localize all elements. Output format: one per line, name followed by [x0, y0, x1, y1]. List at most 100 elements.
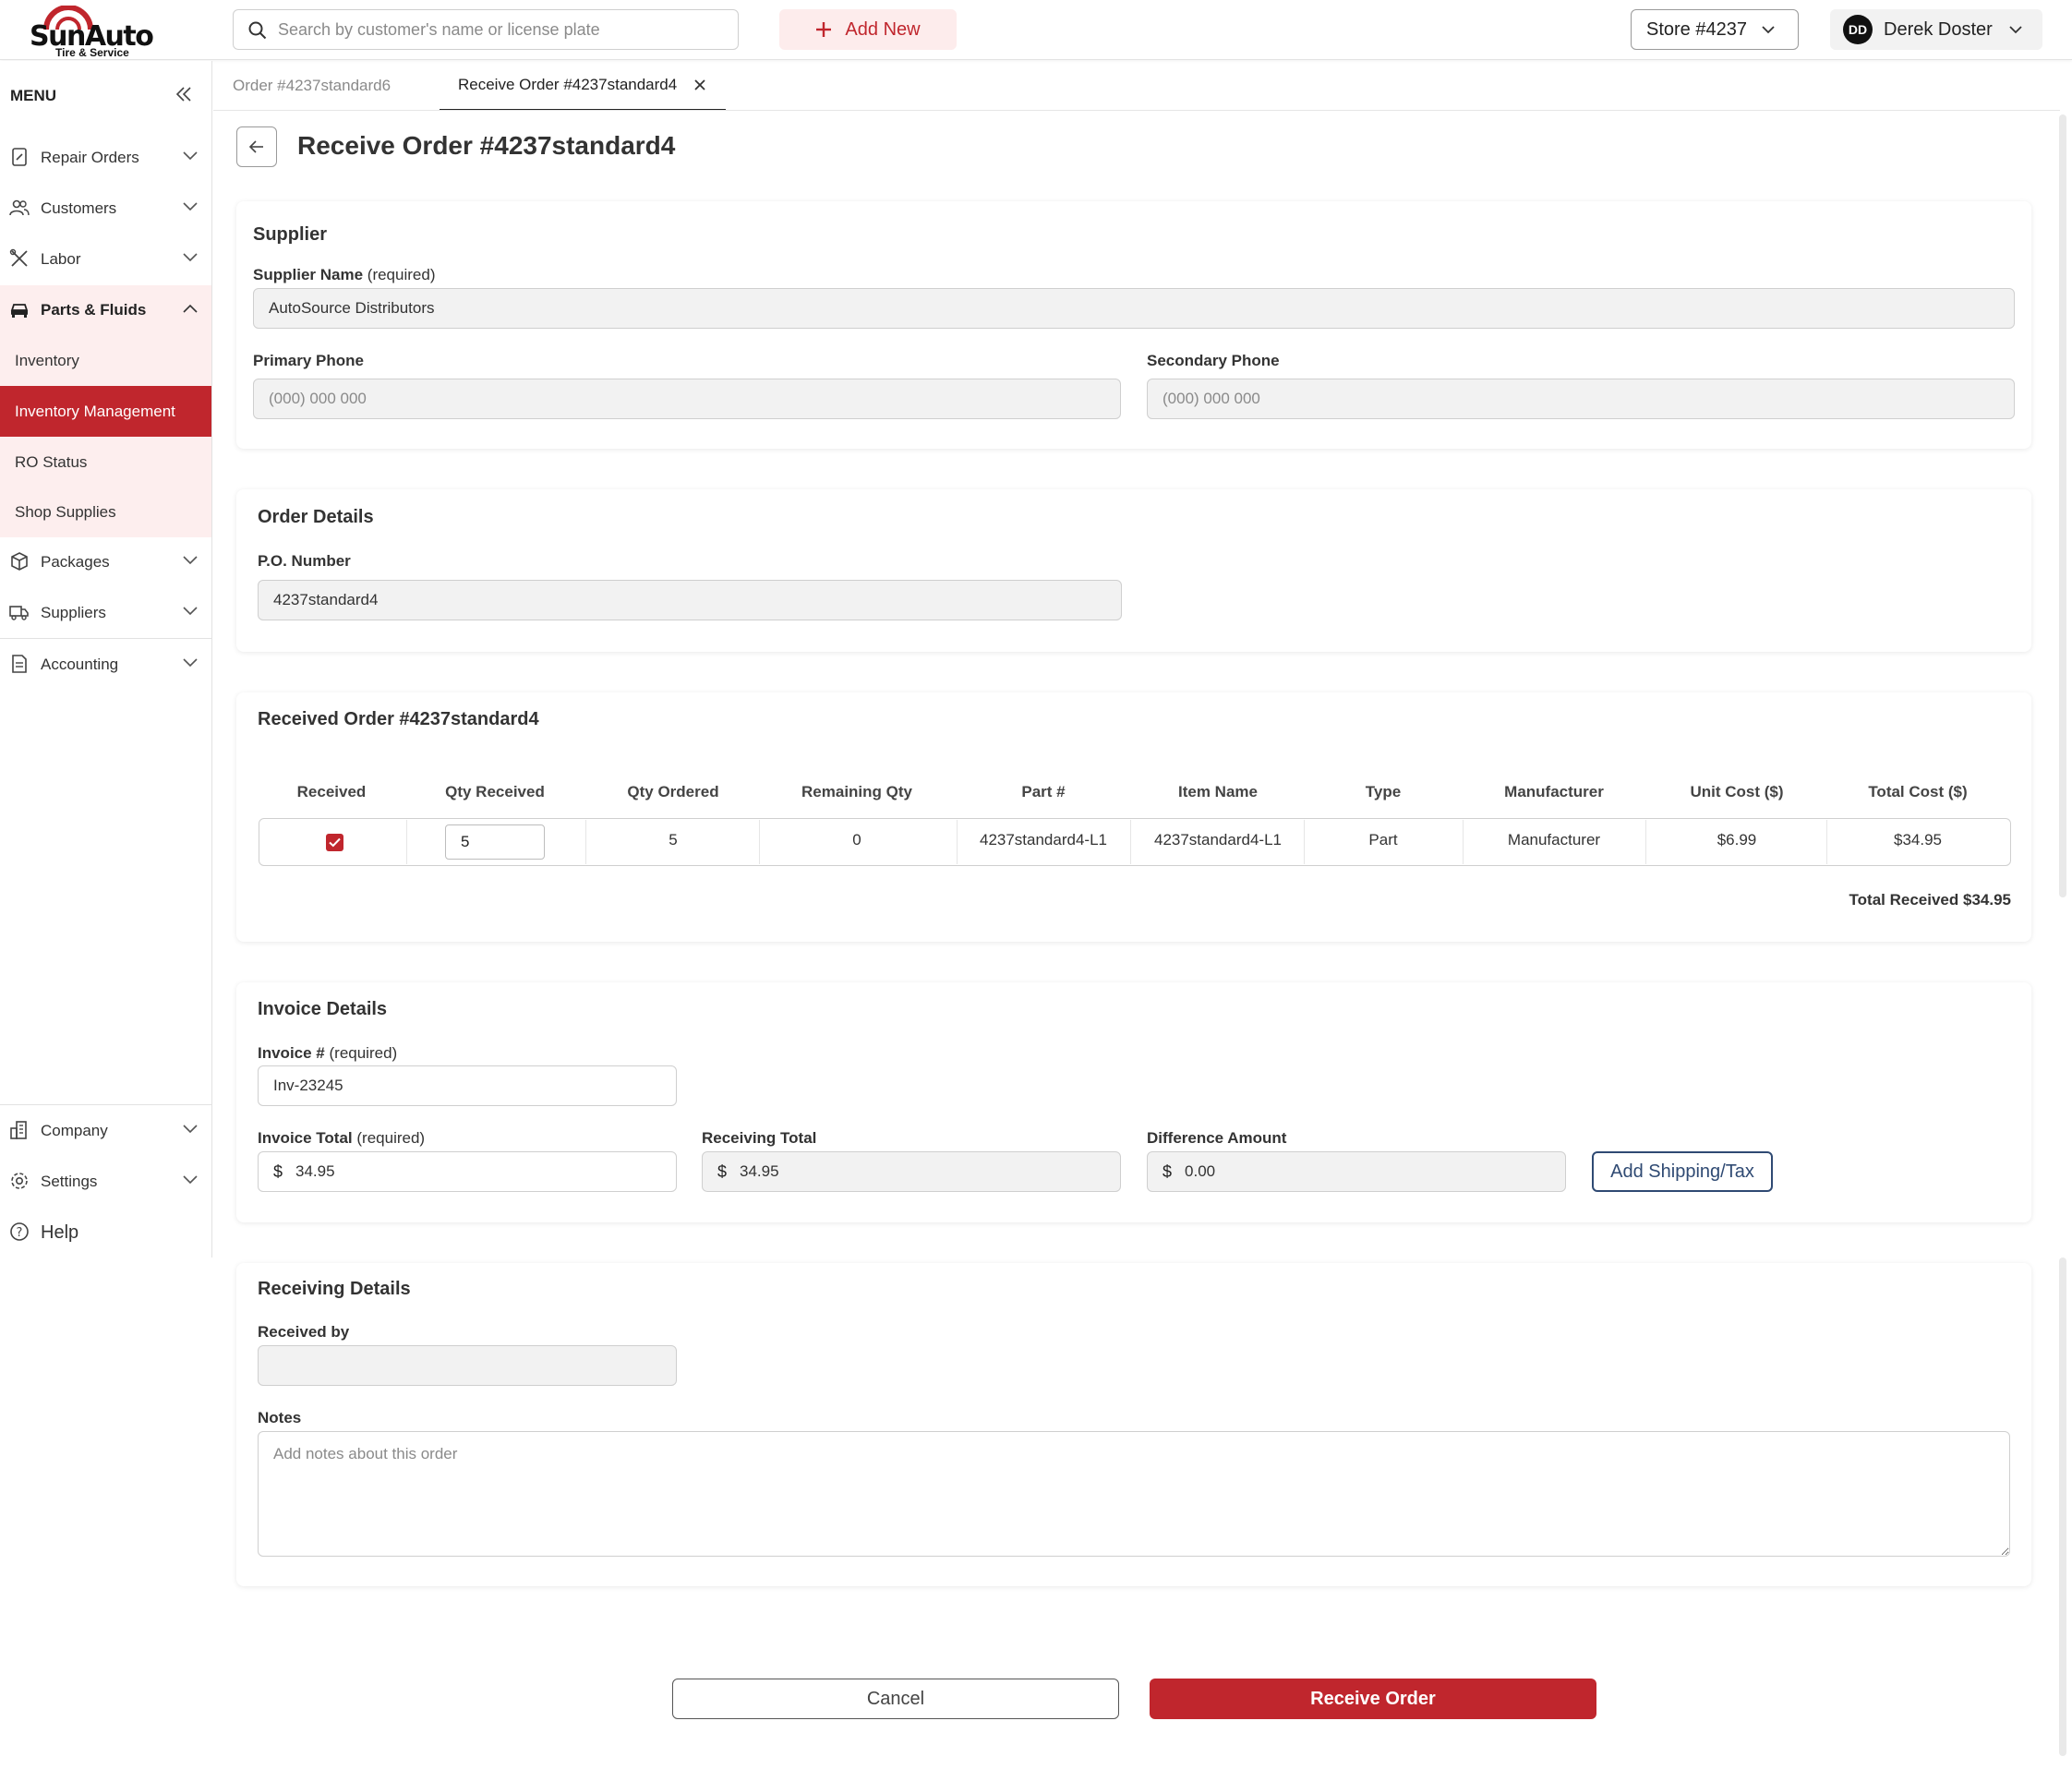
search-icon — [248, 21, 267, 40]
primary-phone-field[interactable] — [253, 379, 1121, 419]
column-header: Part # — [1021, 783, 1066, 800]
currency-symbol: $ — [273, 1161, 283, 1181]
primary-phone-label: Primary Phone — [253, 352, 364, 369]
invoice-number-field[interactable] — [258, 1065, 677, 1106]
received-checkbox[interactable] — [326, 834, 343, 851]
chevron-down-icon — [183, 607, 198, 616]
scrollbar-thumb[interactable] — [2059, 114, 2066, 897]
gear-icon — [11, 1173, 28, 1189]
sidebar-item-help[interactable]: ? Help — [0, 1208, 211, 1258]
notes-label: Notes — [258, 1409, 302, 1426]
sidebar-item-label: Accounting — [41, 656, 119, 673]
currency-symbol: $ — [1162, 1161, 1173, 1181]
sidebar-item-labor[interactable]: Labor — [0, 235, 211, 284]
receive-order-button[interactable]: Receive Order — [1150, 1679, 1596, 1719]
sidebar-subitem-inventory-management[interactable]: Inventory Management — [0, 386, 211, 437]
column-header: Unit Cost ($) — [1690, 783, 1784, 800]
receiving-total-field: $ — [702, 1151, 1121, 1192]
item-name-cell: 4237standard4-L1 — [1153, 831, 1282, 848]
add-new-button[interactable]: Add New — [779, 9, 957, 50]
cell-divider — [585, 820, 586, 864]
sidebar-item-settings[interactable]: Settings — [0, 1157, 211, 1207]
chevron-down-icon — [183, 658, 198, 668]
received-by-input[interactable] — [273, 1346, 676, 1385]
sidebar-item-suppliers[interactable]: Suppliers — [0, 588, 211, 638]
sidebar-subitem-label: Inventory Management — [15, 402, 175, 420]
supplier-name-field[interactable] — [253, 288, 2015, 329]
users-icon — [9, 199, 30, 216]
user-menu[interactable]: DD Derek Doster — [1830, 9, 2042, 50]
secondary-phone-field[interactable] — [1147, 379, 2015, 419]
sidebar-item-repair-orders[interactable]: Repair Orders — [0, 133, 211, 183]
search-input[interactable] — [278, 10, 721, 49]
sidebar-subitem-inventory[interactable]: Inventory — [0, 335, 211, 386]
primary-phone-input[interactable] — [269, 379, 1120, 418]
remaining-qty-cell: 0 — [852, 831, 861, 848]
po-number-field[interactable] — [258, 580, 1122, 620]
sidebar-subitem-label: Shop Supplies — [15, 502, 116, 521]
cancel-button[interactable]: Cancel — [672, 1679, 1119, 1719]
sidebar-item-label: Company — [41, 1122, 108, 1139]
add-shipping-tax-button[interactable]: Add Shipping/Tax — [1592, 1151, 1773, 1192]
car-icon — [10, 304, 29, 318]
difference-amount-label: Difference Amount — [1147, 1129, 1287, 1147]
svg-text:?: ? — [17, 1226, 23, 1240]
search-box[interactable] — [233, 9, 739, 50]
column-header: Qty Ordered — [627, 783, 719, 800]
required-note: (required) — [367, 266, 436, 283]
receiving-total-input — [740, 1152, 1120, 1191]
column-header: Received — [296, 783, 367, 800]
sidebar-divider — [0, 638, 211, 639]
sidebar-subitem-label: RO Status — [15, 452, 88, 471]
tab-order-4237standard6[interactable]: Order #4237standard6 — [233, 61, 391, 111]
sidebar-item-company[interactable]: Company — [0, 1106, 211, 1156]
sidebar-item-customers[interactable]: Customers — [0, 184, 211, 234]
page-title: Receive Order #4237standard4 — [297, 131, 676, 160]
column-header: Qty Received — [445, 783, 545, 800]
required-note: (required) — [329, 1044, 398, 1062]
chevron-up-icon — [183, 304, 198, 313]
received-order-heading: Received Order #4237standard4 — [258, 709, 539, 729]
receiving-total-label: Receiving Total — [702, 1129, 817, 1147]
invoice-number-input[interactable] — [273, 1066, 676, 1105]
qty-received-input[interactable] — [445, 824, 545, 860]
sidebar-item-packages[interactable]: Packages — [0, 537, 211, 587]
document-icon — [12, 655, 27, 673]
sidebar-subitem-ro-status[interactable]: RO Status — [0, 437, 211, 487]
sidebar-item-label: Help — [41, 1221, 79, 1243]
sidebar-subitem-shop-supplies[interactable]: Shop Supplies — [0, 487, 211, 537]
back-button[interactable] — [236, 126, 277, 167]
sidebar-item-label: Labor — [41, 250, 81, 268]
chevron-down-icon — [183, 151, 198, 161]
po-number-input[interactable] — [273, 581, 1121, 620]
notes-textarea[interactable] — [258, 1431, 2010, 1557]
sidebar-subitem-label: Inventory — [15, 351, 79, 369]
store-selector[interactable]: Store #4237 — [1631, 9, 1799, 50]
tab-label: Receive Order #4237standard4 — [458, 76, 678, 93]
received-by-label: Received by — [258, 1323, 350, 1341]
close-icon[interactable] — [693, 78, 706, 91]
supplier-name-input[interactable] — [269, 289, 2014, 328]
tab-receive-order[interactable]: Receive Order #4237standard4 — [440, 61, 726, 111]
invoice-total-input[interactable] — [295, 1152, 676, 1191]
type-cell: Part — [1368, 831, 1398, 848]
column-header: Item Name — [1178, 783, 1258, 800]
plus-icon — [816, 22, 832, 37]
difference-amount-field: $ — [1147, 1151, 1566, 1192]
label-text: Supplier Name — [253, 266, 364, 283]
sidebar-item-parts-fluids[interactable]: Parts & Fluids — [0, 285, 211, 335]
sunauto-logo[interactable]: SunAuto Tire & Service — [30, 6, 154, 59]
secondary-phone-label: Secondary Phone — [1147, 352, 1280, 369]
chevron-down-icon — [183, 202, 198, 211]
secondary-phone-input[interactable] — [1162, 379, 2014, 418]
column-header: Remaining Qty — [801, 783, 912, 800]
chevron-down-icon — [1762, 25, 1775, 33]
scrollbar-thumb[interactable] — [2059, 1258, 2066, 1756]
sidebar-item-accounting[interactable]: Accounting — [0, 640, 211, 690]
label-text: Invoice Total — [258, 1129, 353, 1147]
avatar: DD — [1843, 15, 1873, 44]
cell-divider — [759, 820, 760, 864]
received-by-field[interactable] — [258, 1345, 677, 1386]
sidebar-item-label: Suppliers — [41, 604, 106, 621]
invoice-total-field[interactable]: $ — [258, 1151, 677, 1192]
